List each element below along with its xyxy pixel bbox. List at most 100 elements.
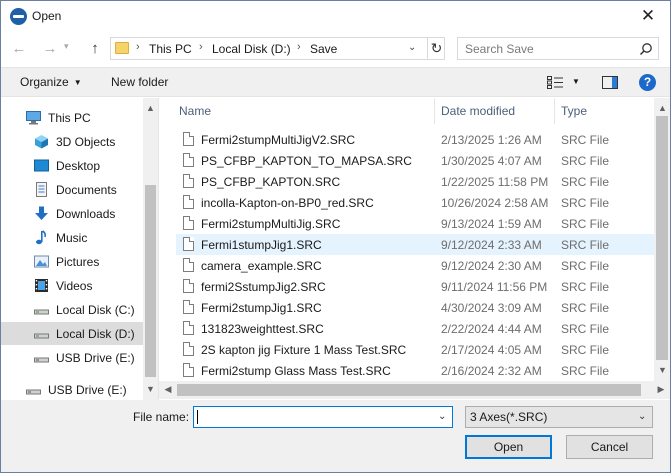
address-bar[interactable]: › This PC › Local Disk (D:) › Save ⌄ ↻ [110, 37, 445, 60]
nav-item-downloads[interactable]: Downloads [1, 202, 143, 225]
scroll-up-icon[interactable]: ▲ [655, 103, 670, 113]
file-date-modified: 2/22/2024 4:44 AM [441, 322, 542, 336]
address-dropdown-icon[interactable]: ⌄ [408, 42, 416, 53]
file-name: Fermi2stumpMultiJigV2.SRC [201, 133, 356, 147]
file-icon [183, 216, 194, 230]
scroll-down-icon[interactable]: ▼ [655, 365, 670, 375]
file-icon [183, 258, 194, 272]
close-icon[interactable]: ✕ [637, 6, 659, 26]
file-name: Fermi2stump Glass Mass Test.SRC [201, 364, 391, 378]
file-row[interactable]: PS_CFBP_KAPTON_TO_MAPSA.SRC 1/30/2025 4:0… [176, 150, 654, 171]
search-placeholder[interactable]: Search Save [465, 42, 534, 56]
open-dialog: Open ✕ ← → ▾ ↑ › This PC › Local Disk (D… [0, 0, 671, 473]
file-list-scrollbar[interactable]: ▲ ▼ [654, 98, 670, 381]
file-type: SRC File [561, 301, 610, 315]
new-folder-button[interactable]: New folder [111, 75, 168, 89]
breadcrumb-local-disk-d[interactable]: Local Disk (D:) [212, 42, 291, 56]
nav-label: Documents [56, 183, 117, 197]
back-arrow-icon[interactable]: ← [9, 39, 29, 59]
search-box[interactable]: Search Save [457, 37, 659, 60]
preview-pane-icon[interactable] [602, 76, 618, 89]
refresh-icon[interactable]: ↻ [428, 40, 445, 57]
scroll-thumb[interactable] [656, 116, 668, 360]
file-row[interactable]: incolla-Kapton-on-BP0_red.SRC 10/26/2024 … [176, 192, 654, 213]
file-row[interactable]: Fermi2stumpMultiJig.SRC 9/13/2024 1:59 AM… [176, 213, 654, 234]
nav-scrollbar[interactable]: ▲ ▼ [143, 98, 158, 400]
scroll-up-icon[interactable]: ▲ [143, 103, 158, 113]
file-name-input[interactable] [196, 409, 432, 425]
nav-item-music[interactable]: Music [1, 226, 143, 249]
file-row[interactable]: Fermi2stumpJig1.SRC 4/30/2024 3:09 AM SRC … [176, 297, 654, 318]
forward-arrow-icon[interactable]: → [40, 39, 60, 59]
cancel-button[interactable]: Cancel [566, 435, 653, 459]
file-icon [183, 279, 194, 293]
usb-drive-icon [34, 357, 49, 363]
file-icon [183, 174, 194, 188]
chevron-right-icon[interactable]: › [199, 41, 203, 53]
nav-item-usb-drive-e[interactable]: USB Drive (E:) [1, 346, 143, 369]
file-name: Fermi2stumpJig1.SRC [201, 301, 322, 315]
column-header-date[interactable]: Date modified [441, 104, 515, 118]
chevron-down-icon[interactable]: ⌄ [638, 411, 646, 422]
nav-item-3d-objects[interactable]: 3D Objects [1, 130, 143, 153]
file-row[interactable]: fermi2SstumpJig2.SRC 9/11/2024 11:56 PM SR… [176, 276, 654, 297]
breadcrumb-this-pc[interactable]: This PC [149, 42, 192, 56]
scroll-down-icon[interactable]: ▼ [143, 384, 158, 394]
help-icon[interactable]: ? [639, 74, 656, 91]
nav-item-usb-drive-e-root[interactable]: USB Drive (E:) [1, 378, 143, 400]
organize-label: Organize [20, 75, 69, 89]
scroll-right-icon[interactable]: ▶ [653, 384, 669, 395]
file-name-field[interactable]: ⌄ [193, 406, 453, 428]
file-type-select[interactable]: 3 Axes(*.SRC) ⌄ [465, 406, 653, 428]
scroll-thumb[interactable] [177, 384, 641, 396]
nav-item-desktop[interactable]: Desktop [1, 154, 143, 177]
title-bar: Open ✕ [1, 1, 670, 31]
file-row[interactable]: Fermi2stump Glass Mass Test.SRC 2/16/2024… [176, 360, 654, 381]
view-options-icon[interactable] [547, 76, 563, 89]
file-row[interactable]: PS_CFBP_KAPTON.SRC 1/22/2025 11:58 PM SRC … [176, 171, 654, 192]
column-header-type[interactable]: Type [561, 104, 587, 118]
nav-item-videos[interactable]: Videos [1, 274, 143, 297]
file-type: SRC File [561, 238, 610, 252]
organize-button[interactable]: Organize ▼ [20, 75, 82, 89]
drive-icon [34, 333, 49, 339]
column-header-name[interactable]: Name [179, 104, 211, 118]
scroll-left-icon[interactable]: ◀ [160, 384, 176, 395]
search-icon[interactable] [639, 42, 653, 56]
nav-label: 3D Objects [56, 135, 116, 149]
nav-item-local-disk-d[interactable]: Local Disk (D:) [1, 322, 143, 345]
drive-icon [34, 309, 49, 315]
view-caret-down-icon[interactable]: ▼ [572, 77, 580, 86]
file-row[interactable]: camera_example.SRC 9/12/2024 2:30 AM SRC F… [176, 255, 654, 276]
nav-item-documents[interactable]: Documents [1, 178, 143, 201]
chevron-right-icon[interactable]: › [136, 41, 140, 53]
file-row[interactable]: 131823weighttest.SRC 2/22/2024 4:44 AM SRC… [176, 318, 654, 339]
file-row[interactable]: Fermi2stumpMultiJigV2.SRC 2/13/2025 1:26 … [176, 129, 654, 150]
file-icon [183, 321, 194, 335]
horizontal-scrollbar[interactable]: ◀ ▶ [159, 381, 670, 399]
nav-label: Local Disk (C:) [56, 303, 135, 317]
recent-locations-chevron-icon[interactable]: ▾ [64, 41, 69, 52]
nav-item-pictures[interactable]: Pictures [1, 250, 143, 273]
open-button[interactable]: Open [465, 435, 552, 459]
chevron-right-icon[interactable]: › [297, 41, 301, 53]
column-separator[interactable] [554, 98, 555, 124]
file-type: SRC File [561, 133, 610, 147]
scroll-thumb[interactable] [145, 185, 156, 377]
file-date-modified: 10/26/2024 2:58 AM [441, 196, 549, 210]
file-row[interactable]: 2S kapton jig Fixture 1 Mass Test.SRC 2/1… [176, 339, 654, 360]
up-arrow-icon[interactable]: ↑ [85, 39, 105, 59]
monitor-icon [26, 111, 41, 125]
file-name-dropdown-icon[interactable]: ⌄ [438, 411, 446, 422]
film-icon [35, 279, 48, 292]
file-name: PS_CFBP_KAPTON.SRC [201, 175, 341, 189]
file-row[interactable]: Fermi1stumpJig1.SRC 9/12/2024 2:33 AM SRC … [176, 234, 654, 255]
column-separator[interactable] [434, 98, 435, 124]
file-icon [183, 132, 194, 146]
nav-item-this-pc[interactable]: This PC [1, 106, 143, 129]
nav-item-local-disk-c[interactable]: Local Disk (C:) [1, 298, 143, 321]
breadcrumb-save[interactable]: Save [310, 42, 337, 56]
file-type: SRC File [561, 343, 610, 357]
file-type: SRC File [561, 322, 610, 336]
file-date-modified: 9/11/2024 11:56 PM [441, 280, 548, 294]
